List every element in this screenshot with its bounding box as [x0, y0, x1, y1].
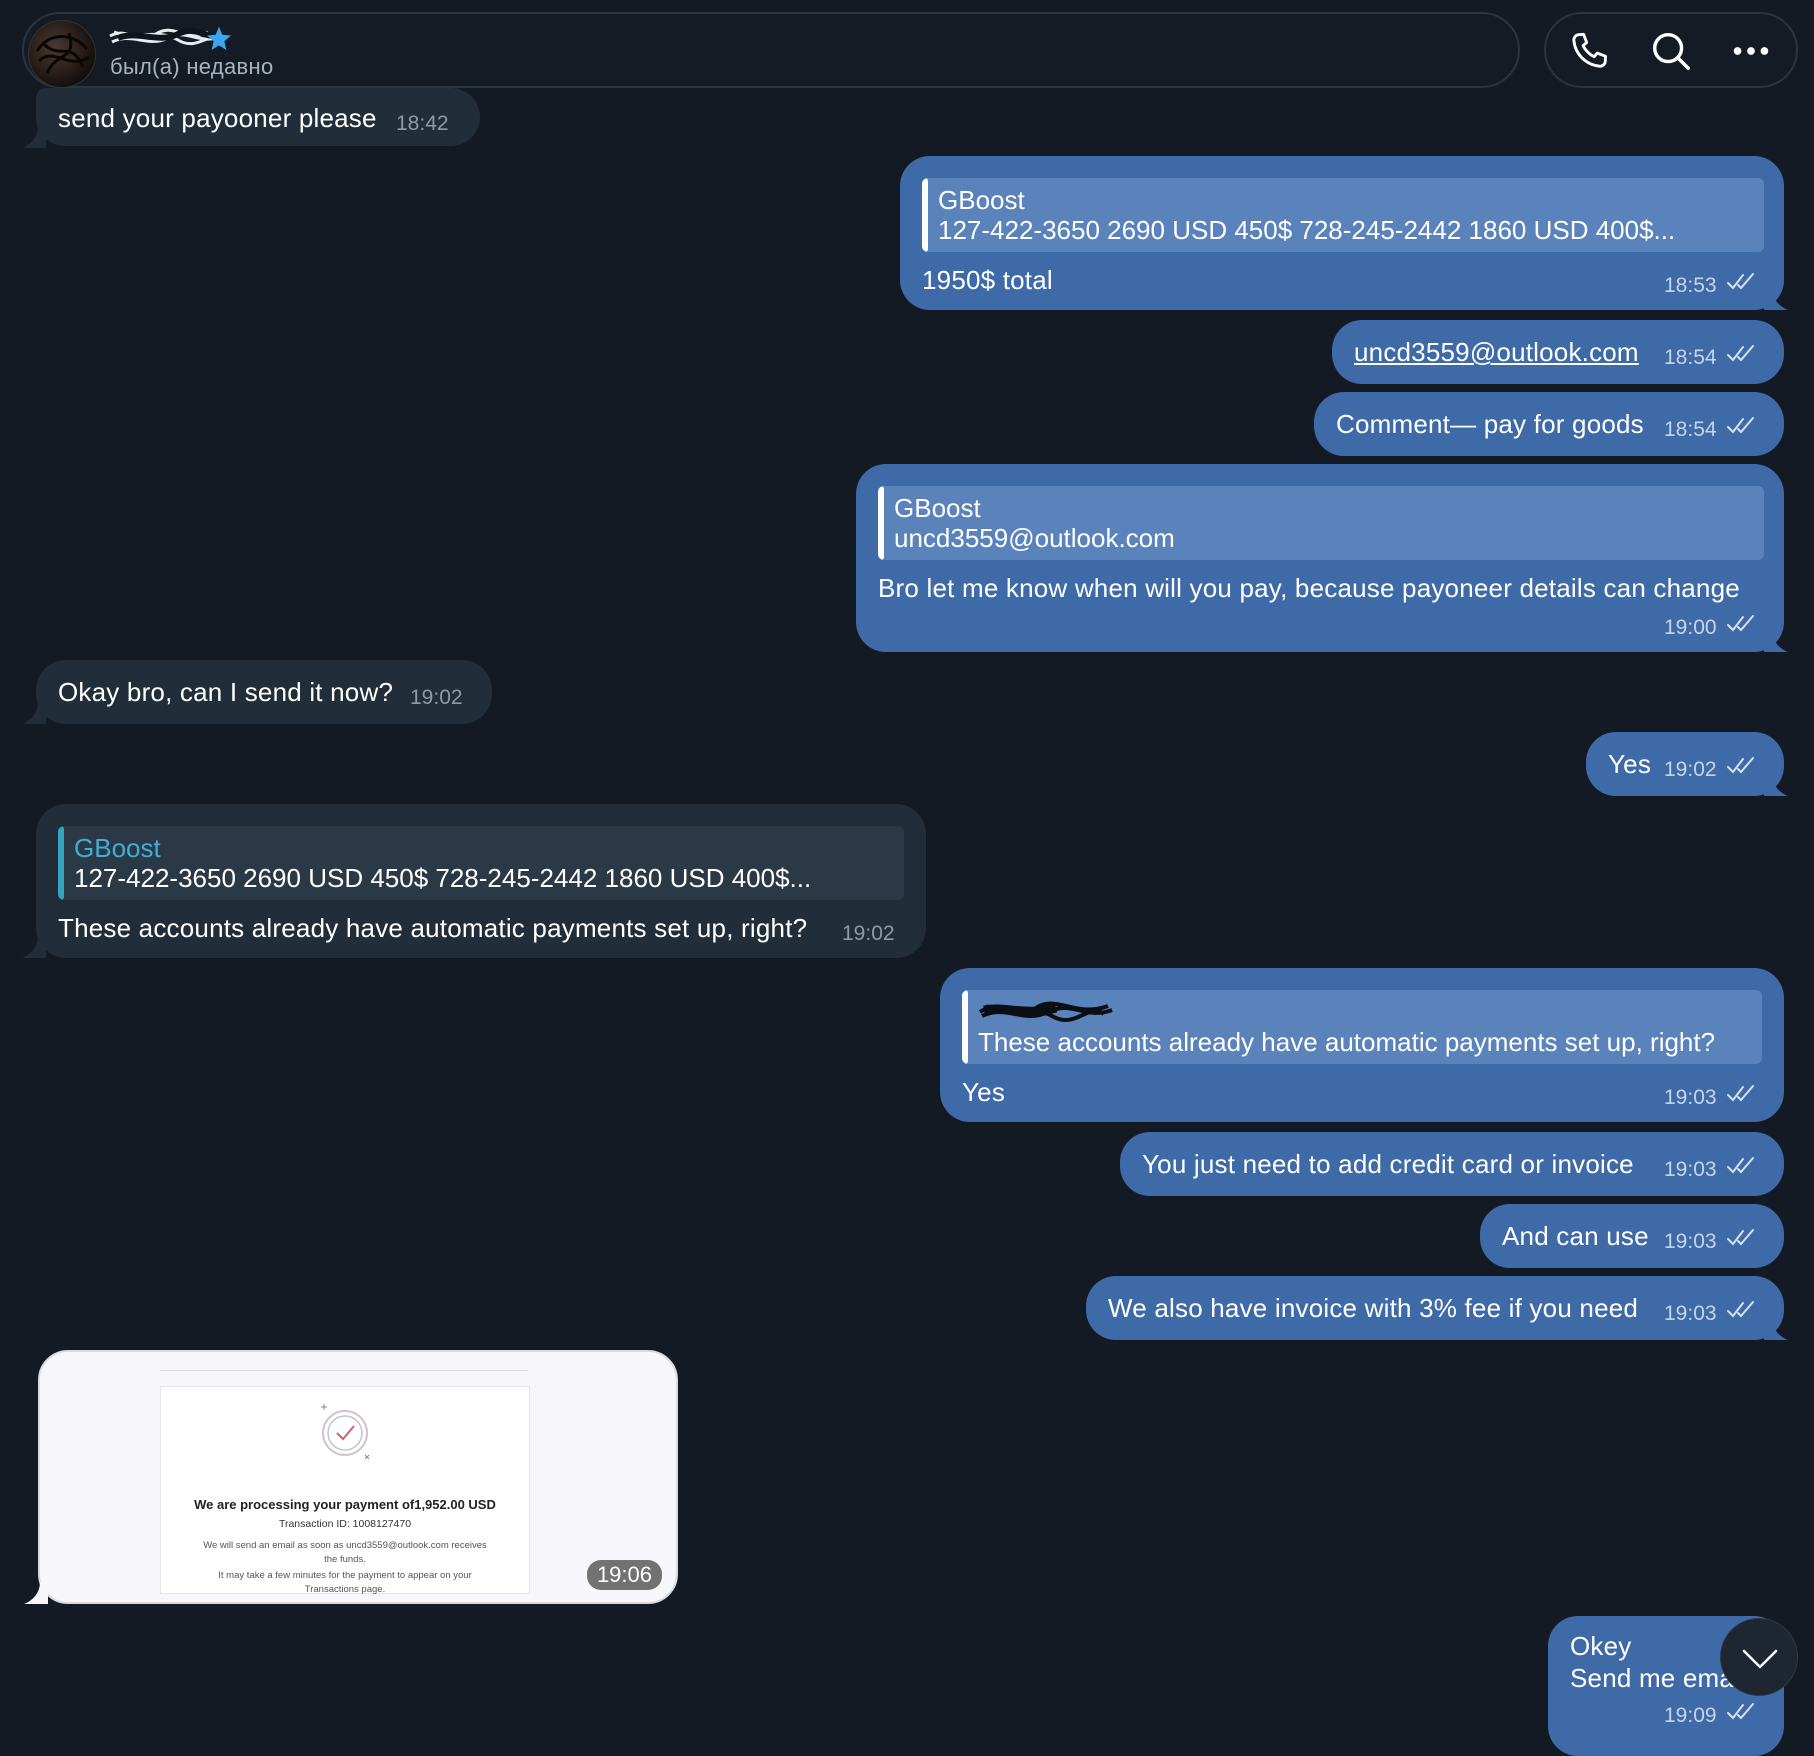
reply-bar: [962, 990, 968, 1064]
message-text: Okey: [1570, 1631, 1632, 1661]
image-divider: [160, 1370, 528, 1371]
message-text: Send me ema: [1570, 1663, 1735, 1693]
message-outgoing[interactable]: And can use 19:03: [1480, 1204, 1784, 1268]
image-note-line: We will send an email as soon as uncd355…: [203, 1540, 487, 1551]
message-outgoing[interactable]: Yes 19:02: [1586, 732, 1784, 796]
message-time: 19:06: [586, 1560, 662, 1590]
message-outgoing[interactable]: GBoost uncd3559@outlook.com Bro let me k…: [856, 464, 1784, 652]
double-check-icon: [1727, 1229, 1754, 1246]
message-time: 19:03: [1664, 1302, 1717, 1325]
double-check-icon: [1727, 757, 1754, 774]
bubble-tail: [1764, 288, 1788, 310]
message-text: We also have invoice with 3% fee if you …: [1108, 1293, 1639, 1323]
bubble-tail: [22, 126, 46, 148]
message-time: 18:54: [1664, 346, 1717, 369]
message-outgoing[interactable]: uncd3559@outlook.com 18:54: [1332, 320, 1784, 384]
double-check-icon: [1727, 1085, 1754, 1102]
message-time: 19:02: [410, 686, 463, 709]
message-text: Bro let me know when will you pay, becau…: [878, 573, 1740, 603]
message-text: And can use: [1502, 1221, 1649, 1251]
double-check-icon: [1727, 273, 1754, 290]
message-time: 19:03: [1664, 1230, 1717, 1253]
message-text: Yes: [962, 1077, 1006, 1107]
message-time: 19:00: [1664, 616, 1717, 639]
reply-quote[interactable]: GBoost 127-422-3650 2690 USD 450$ 728-24…: [58, 826, 904, 900]
more-icon[interactable]: [1728, 28, 1774, 74]
image-transaction-id: Transaction ID: 1008127470: [278, 1518, 412, 1530]
chevron-down-icon: [1742, 1649, 1778, 1669]
reply-quote[interactable]: GBoost 127-422-3650 2690 USD 450$ 728-24…: [922, 178, 1764, 252]
message-outgoing[interactable]: Comment— pay for goods 18:54: [1314, 392, 1784, 456]
reply-sender: GBoost: [938, 185, 1025, 215]
reply-text: 127-422-3650 2690 USD 450$ 728-245-2442 …: [74, 863, 812, 893]
image-note-line: the funds.: [324, 1554, 366, 1565]
image-note-line: It may take a few minutes for the paymen…: [218, 1570, 472, 1581]
message-incoming[interactable]: Okay bro, can I send it now? 19:02: [36, 660, 492, 724]
reply-sender: GBoost: [74, 833, 161, 863]
message-text: 1950$ total: [922, 265, 1053, 295]
reply-bar: [878, 486, 884, 560]
double-check-icon: [1727, 1301, 1754, 1318]
star-icon: [207, 26, 231, 50]
reply-bar: [922, 178, 928, 252]
image-message[interactable]: We are processing your payment of1,952.0…: [38, 1350, 678, 1604]
double-check-icon: [1727, 1703, 1754, 1720]
reply-bar: [58, 826, 64, 900]
message-outgoing[interactable]: These accounts already have automatic pa…: [940, 968, 1784, 1122]
message-text: You just need to add credit card or invo…: [1142, 1149, 1634, 1179]
message-time: 19:09: [1664, 1704, 1717, 1727]
bubble-tail: [1764, 774, 1788, 796]
message-time: 19:03: [1664, 1086, 1717, 1109]
message-outgoing[interactable]: You just need to add credit card or invo…: [1120, 1132, 1784, 1196]
image-note-line: Transactions page.: [304, 1584, 386, 1595]
avatar[interactable]: [28, 20, 96, 88]
email-link[interactable]: uncd3559@outlook.com: [1354, 336, 1639, 368]
message-time: 18:42: [396, 112, 449, 135]
message-text: Yes: [1608, 749, 1652, 779]
double-check-icon: [1727, 615, 1754, 632]
message-text: Comment— pay for goods: [1336, 409, 1644, 439]
reply-text: These accounts already have automatic pa…: [978, 1027, 1716, 1057]
reply-quote[interactable]: GBoost uncd3559@outlook.com: [878, 486, 1764, 560]
message-outgoing[interactable]: We also have invoice with 3% fee if you …: [1086, 1276, 1784, 1340]
reply-text: 127-422-3650 2690 USD 450$ 728-245-2442 …: [938, 215, 1676, 245]
bubble-tail: [24, 1582, 48, 1604]
message-text: send your payooner please: [58, 103, 377, 133]
message-text: These accounts already have automatic pa…: [58, 913, 808, 943]
message-time: 18:53: [1664, 274, 1717, 297]
reply-sender: GBoost: [894, 493, 981, 523]
bubble-tail: [22, 702, 46, 724]
double-check-icon: [1727, 345, 1754, 362]
double-check-icon: [1727, 417, 1754, 434]
message-time: 19:03: [1664, 1158, 1717, 1181]
bubble-tail: [22, 936, 46, 958]
message-time: 18:54: [1664, 418, 1717, 441]
payment-confirmation-image: We are processing your payment of1,952.0…: [160, 1386, 530, 1595]
redacted-reply-sender: [978, 1001, 1113, 1022]
message-outgoing[interactable]: GBoost 127-422-3650 2690 USD 450$ 728-24…: [900, 156, 1784, 310]
message-time: 19:02: [1664, 758, 1717, 781]
search-icon[interactable]: [1648, 28, 1694, 74]
image-title: We are processing your payment of1,952.0…: [194, 1497, 496, 1512]
double-check-icon: [1727, 1157, 1754, 1174]
message-incoming[interactable]: send your payooner please 18:42: [36, 88, 480, 146]
bubble-tail: [1764, 1318, 1788, 1340]
scroll-to-bottom-button[interactable]: [1720, 1618, 1798, 1696]
reply-quote[interactable]: These accounts already have automatic pa…: [962, 990, 1762, 1064]
message-text: Okay bro, can I send it now?: [58, 677, 394, 707]
contact-status: был(а) недавно: [110, 54, 274, 79]
message-time: 19:02: [842, 922, 895, 945]
reply-text: uncd3559@outlook.com: [894, 523, 1175, 553]
bubble-tail: [1764, 630, 1788, 652]
phone-icon[interactable]: [1566, 28, 1612, 74]
payment-check-icon: [321, 1404, 370, 1460]
message-incoming[interactable]: GBoost 127-422-3650 2690 USD 450$ 728-24…: [36, 804, 926, 958]
